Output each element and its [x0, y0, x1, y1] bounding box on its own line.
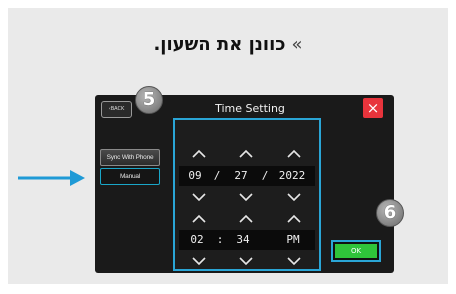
ampm-value[interactable]: PM — [277, 230, 309, 250]
manual-button[interactable]: Manual — [100, 168, 160, 185]
date-time-picker: 09 / 27 / 2022 02 : 34 PM — [173, 118, 321, 271]
time-row: 02 : 34 PM — [179, 230, 315, 250]
ampm-up-chevron-up-icon[interactable] — [284, 213, 304, 223]
arrow-right-icon — [18, 168, 86, 192]
day-up-chevron-up-icon[interactable] — [236, 148, 256, 158]
month-down-chevron-down-icon[interactable] — [189, 192, 209, 202]
hour-value[interactable]: 02 — [183, 230, 211, 250]
close-icon: × — [366, 99, 380, 117]
sync-with-phone-button[interactable]: Sync With Phone — [100, 149, 160, 166]
date-row: 09 / 27 / 2022 — [179, 166, 315, 186]
date-separator: / — [261, 169, 269, 182]
minute-up-chevron-up-icon[interactable] — [236, 213, 256, 223]
minute-down-chevron-down-icon[interactable] — [236, 256, 256, 266]
month-value[interactable]: 09 — [181, 166, 209, 186]
head-unit-screen: ‹BACK Time Setting × Sync With Phone Man… — [95, 95, 394, 273]
back-label: BACK — [110, 106, 125, 112]
year-up-chevron-up-icon[interactable] — [284, 148, 304, 158]
date-separator: / — [213, 169, 221, 182]
ok-label: OK — [335, 244, 377, 258]
day-down-chevron-down-icon[interactable] — [236, 192, 256, 202]
close-button[interactable]: × — [363, 98, 383, 118]
back-button[interactable]: ‹BACK — [101, 101, 132, 118]
double-chevron-icon: » — [291, 34, 303, 55]
minute-value[interactable]: 34 — [229, 230, 257, 250]
step-heading: »כוונן את השעון. — [8, 34, 448, 55]
instruction-card: »כוונן את השעון. ‹BACK Time Setting × Sy… — [8, 8, 448, 284]
year-down-chevron-down-icon[interactable] — [284, 192, 304, 202]
month-up-chevron-up-icon[interactable] — [189, 148, 209, 158]
ok-button[interactable]: OK — [331, 240, 381, 262]
day-value[interactable]: 27 — [227, 166, 255, 186]
step-5-callout: 5 — [135, 86, 163, 114]
hour-up-chevron-up-icon[interactable] — [189, 213, 209, 223]
screen-title: Time Setting — [215, 102, 285, 115]
step-6-callout: 6 — [376, 199, 404, 227]
year-value[interactable]: 2022 — [271, 166, 313, 186]
heading-text: כוונן את השעון. — [153, 34, 286, 55]
hour-down-chevron-down-icon[interactable] — [189, 256, 209, 266]
time-colon: : — [216, 233, 224, 246]
ampm-down-chevron-down-icon[interactable] — [284, 256, 304, 266]
